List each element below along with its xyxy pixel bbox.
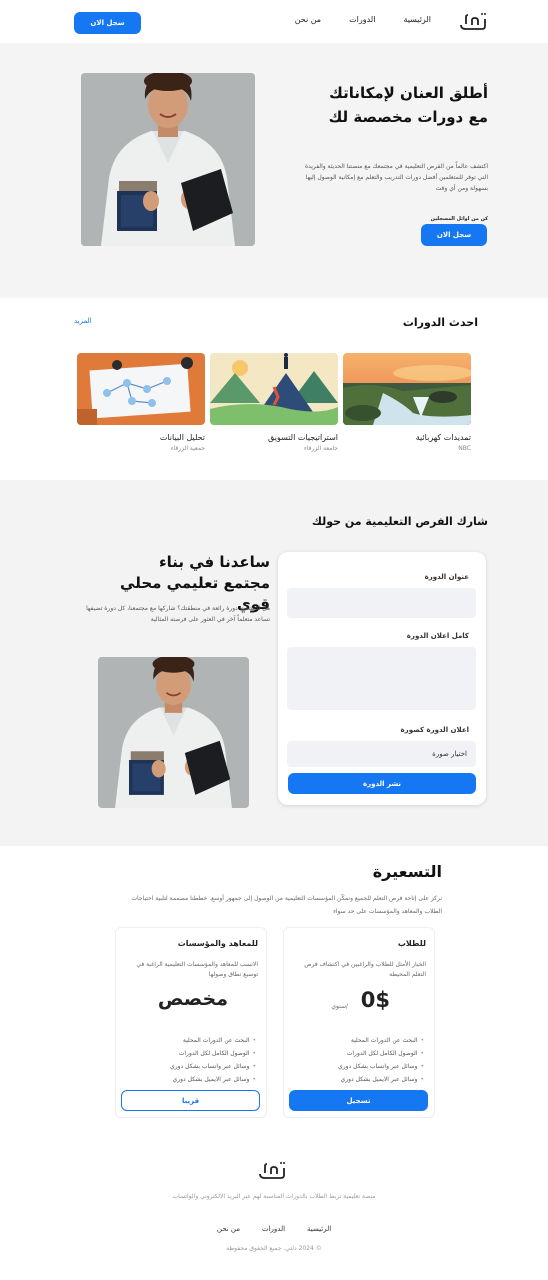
course-provider: جامعة الزرقاء: [304, 445, 338, 452]
add-course-form: عنوان الدورة كامل اعلان الدورة اعلان الد…: [278, 552, 486, 805]
choose-image-input[interactable]: اختيار صورة: [287, 741, 476, 767]
institute-soon-button[interactable]: قريبا: [121, 1090, 260, 1111]
course-image-label: اعلان الدورة كصورة: [400, 726, 469, 734]
share-student-image: [98, 657, 249, 808]
plan-feature: الوصول الكامل لكل الدورات: [122, 1047, 256, 1060]
course-card[interactable]: تمديدات كهربائية NBC: [343, 353, 471, 452]
footer-nav-home[interactable]: الرئيسية: [307, 1225, 331, 1233]
hero-student-image: [81, 73, 255, 246]
site-footer: منصة تعليمية تربط الطلاب بالدورات المناس…: [0, 1136, 548, 1280]
plan-description: الانسب للمعاهد والمؤسسات التعليمية الراغ…: [136, 961, 258, 978]
footer-tagline: منصة تعليمية تربط الطلاب بالدورات المناس…: [172, 1193, 376, 1200]
plan-card-institutes: للمعاهد والمؤسسات الانسب للمعاهد والمؤسس…: [115, 927, 267, 1118]
course-ad-textarea[interactable]: [287, 647, 476, 710]
hero-cta-note: كن من اوائل المسجلين: [430, 216, 488, 222]
main-nav: الرئيسية الدورات من نحن: [295, 15, 431, 24]
latest-courses-section: احدث الدورات المزيد تمديدات كهربائية NBC: [0, 298, 548, 480]
plan-price: مخصص: [157, 988, 228, 1010]
course-image-flowchart: [77, 353, 205, 425]
plan-features: البحث عن الدورات المحلية الوصول الكامل ل…: [290, 1034, 424, 1086]
plan-feature: وسائل عبر واتساب بشكل دوري: [290, 1060, 424, 1073]
hero-register-button[interactable]: سجل الان: [421, 224, 487, 246]
nav-home[interactable]: الرئيسية: [403, 15, 431, 24]
course-card[interactable]: تحليل البيانات جمعية الزرقاء: [77, 353, 205, 452]
footer-nav-courses[interactable]: الدورات: [262, 1225, 285, 1233]
share-section-title: شارك الفرص التعليمية من حولك: [311, 515, 488, 528]
nav-courses[interactable]: الدورات: [349, 15, 375, 24]
footer-nav-about[interactable]: من نحن: [217, 1225, 240, 1233]
share-opportunities-section: شارك الفرص التعليمية من حولك ساعدنا في ب…: [0, 480, 548, 846]
more-courses-link[interactable]: المزيد: [74, 317, 92, 325]
plan-features: البحث عن الدورات المحلية الوصول الكامل ل…: [122, 1034, 256, 1086]
plan-feature: وسائل عبر الايميل بشكل دوري: [122, 1073, 256, 1086]
footer-nav: الرئيسية الدورات من نحن: [0, 1225, 548, 1233]
plan-feature: البحث عن الدورات المحلية: [290, 1034, 424, 1047]
plan-feature: وسائل عبر الايميل بشكل دوري: [290, 1073, 424, 1086]
site-logo[interactable]: [458, 11, 488, 31]
share-description: هل اكتشفت دورة رائعة في منطقتك؟ شاركها م…: [86, 605, 270, 623]
course-name: تمديدات كهربائية: [415, 433, 471, 442]
course-name: تحليل البيانات: [159, 433, 205, 442]
plan-feature: وسائل عبر واتساب بشكل دوري: [122, 1060, 256, 1073]
pricing-description: نركز على إتاحة فرص التعلم للجميع ونمكّن …: [131, 895, 442, 915]
plan-feature: البحث عن الدورات المحلية: [122, 1034, 256, 1047]
course-provider: جمعية الزرقاء: [170, 445, 205, 452]
plan-price: 0$: [360, 988, 390, 1012]
course-title-input[interactable]: [287, 588, 476, 618]
plan-period: /سنوي: [331, 1003, 348, 1010]
course-image-mountain: [210, 353, 338, 425]
hero-title: أطلق العنان لإمكاناتك مع دورات مخصصة لك: [328, 84, 488, 126]
plan-description: الخيار الأمثل للطلاب والراغبين في اكتشاف…: [304, 961, 426, 978]
nav-about[interactable]: من نحن: [295, 15, 321, 24]
latest-courses-title: احدث الدورات: [402, 316, 478, 329]
header-register-button[interactable]: سجل الان: [74, 12, 141, 34]
course-name: استراتيجيات التسويق: [268, 433, 338, 442]
course-card[interactable]: استراتيجيات التسويق جامعة الزرقاء: [210, 353, 338, 452]
plan-feature: الوصول الكامل لكل الدورات: [290, 1047, 424, 1060]
student-register-button[interactable]: تسجيل: [289, 1090, 428, 1111]
hero-section: أطلق العنان لإمكاناتك مع دورات مخصصة لك …: [0, 43, 548, 298]
pricing-title: التسعيرة: [372, 862, 442, 881]
course-image-waterfall: [343, 353, 471, 425]
footer-copyright: © 2024 دلني. جميع الحقوق محفوظة: [226, 1245, 322, 1252]
hero-description: اكتشف عالماً من الفرص التعليمية في مجتمع…: [304, 163, 488, 192]
course-title-label: عنوان الدورة: [424, 573, 469, 581]
site-header: الرئيسية الدورات من نحن سجل الان: [0, 0, 548, 43]
pricing-section: التسعيرة نركز على إتاحة فرص التعلم للجمي…: [0, 846, 548, 1136]
course-provider: NBC: [458, 445, 471, 452]
course-ad-label: كامل اعلان الدورة: [406, 632, 469, 640]
footer-logo[interactable]: [257, 1160, 287, 1180]
plan-name: للمعاهد والمؤسسات: [177, 939, 258, 948]
plan-card-students: للطلاب الخيار الأمثل للطلاب والراغبين في…: [283, 927, 435, 1118]
plan-name: للطلاب: [397, 939, 426, 948]
publish-course-button[interactable]: نشر الدورة: [288, 773, 476, 794]
